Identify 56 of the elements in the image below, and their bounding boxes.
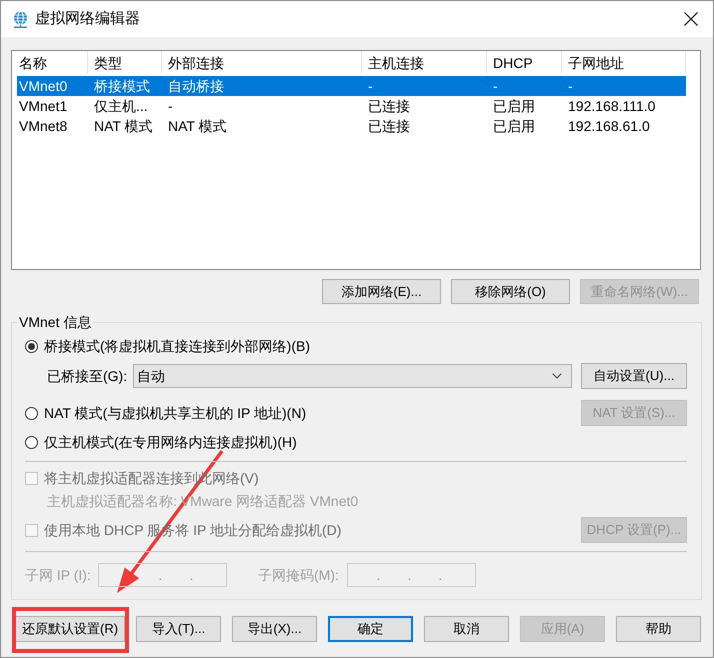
list-row[interactable]: VMnet1 仅主机... - 已连接 已启用 192.168.111.0 bbox=[17, 96, 686, 116]
table-cell-text: 已连接 bbox=[367, 117, 411, 136]
table-cell-text: 仅主机... bbox=[93, 97, 149, 116]
column-header[interactable]: 类型 bbox=[88, 51, 162, 74]
table-cell-text: 已启用 bbox=[492, 117, 536, 136]
table-cell-text: 192.168.111.0 bbox=[567, 97, 656, 116]
column-header[interactable]: DHCP bbox=[487, 51, 562, 74]
separator-dot: . bbox=[158, 566, 163, 582]
help-button[interactable]: 帮助 bbox=[616, 616, 701, 642]
ok-button[interactable]: 确定 bbox=[328, 616, 413, 642]
globe-icon bbox=[12, 10, 29, 28]
separator-dot: . bbox=[407, 566, 412, 582]
bridged-to-dropdown[interactable]: 自动 bbox=[133, 364, 572, 388]
column-header[interactable]: 主机连接 bbox=[362, 51, 487, 74]
window-title: 虚拟网络编辑器 bbox=[35, 10, 140, 28]
auto-settings-button[interactable]: 自动设置(U)... bbox=[581, 363, 687, 389]
radio-label[interactable]: NAT 模式(与虚拟机共享主机的 IP 地址)(N) bbox=[44, 405, 306, 421]
separator-dot: . bbox=[376, 566, 381, 582]
bridged-to-label: 已桥接至(G): bbox=[47, 368, 128, 384]
column-header[interactable]: 子网地址 bbox=[562, 51, 686, 74]
import-button[interactable]: 导入(T)... bbox=[136, 616, 221, 642]
radio-button[interactable] bbox=[25, 436, 38, 448]
table-cell-text: - bbox=[367, 77, 374, 96]
table-cell-text: - bbox=[567, 77, 574, 96]
table-cell-text: 自动桥接 bbox=[167, 77, 225, 96]
subnet-ip-label: 子网 IP (I): bbox=[25, 566, 92, 582]
table-cell-text: 已连接 bbox=[367, 97, 411, 116]
radio-button[interactable] bbox=[25, 406, 38, 420]
table-cell-text: 192.168.61.0 bbox=[567, 117, 651, 136]
radio-label[interactable]: 桥接模式(将虚拟机直接连接到外部网络)(B) bbox=[44, 338, 310, 354]
list-row[interactable]: VMnet8 NAT 模式 NAT 模式 已连接 已启用 192.168.61.0 bbox=[17, 116, 686, 136]
group-title: VMnet 信息 bbox=[18, 314, 92, 330]
table-cell-text: 已启用 bbox=[492, 97, 536, 116]
remove-network-button[interactable]: 移除网络(O) bbox=[451, 279, 570, 304]
column-header[interactable]: 外部连接 bbox=[162, 51, 362, 74]
table-cell-text: 桥接模式 bbox=[93, 77, 151, 96]
table-cell-text: VMnet1 bbox=[18, 97, 68, 116]
subnet-mask-label: 子网掩码(M): bbox=[258, 566, 340, 582]
separator-dot: . bbox=[189, 566, 194, 582]
column-header[interactable]: 名称 bbox=[17, 51, 88, 74]
table-cell-text: - bbox=[492, 77, 499, 96]
list-row[interactable]: VMnet0 桥接模式 自动桥接 - - - bbox=[17, 76, 686, 96]
table-cell-text: VMnet0 bbox=[18, 77, 68, 96]
table-cell-text: NAT 模式 bbox=[167, 117, 228, 136]
radio-label[interactable]: 仅主机模式(在专用网络内连接虚拟机)(H) bbox=[44, 434, 297, 450]
table-cell-text: NAT 模式 bbox=[93, 117, 154, 136]
table-cell-text: - bbox=[167, 97, 174, 116]
restore-defaults-button[interactable]: 还原默认设置(R) bbox=[13, 616, 125, 642]
chevron-icon bbox=[552, 373, 562, 379]
table-cell-text: VMnet8 bbox=[18, 117, 68, 136]
cancel-button[interactable]: 取消 bbox=[424, 616, 509, 642]
close-icon[interactable] bbox=[684, 12, 698, 26]
add-network-button[interactable]: 添加网络(E)... bbox=[322, 279, 441, 304]
radio-button[interactable] bbox=[25, 340, 38, 352]
separator-dot: . bbox=[438, 566, 443, 582]
export-button[interactable]: 导出(X)... bbox=[232, 616, 317, 642]
